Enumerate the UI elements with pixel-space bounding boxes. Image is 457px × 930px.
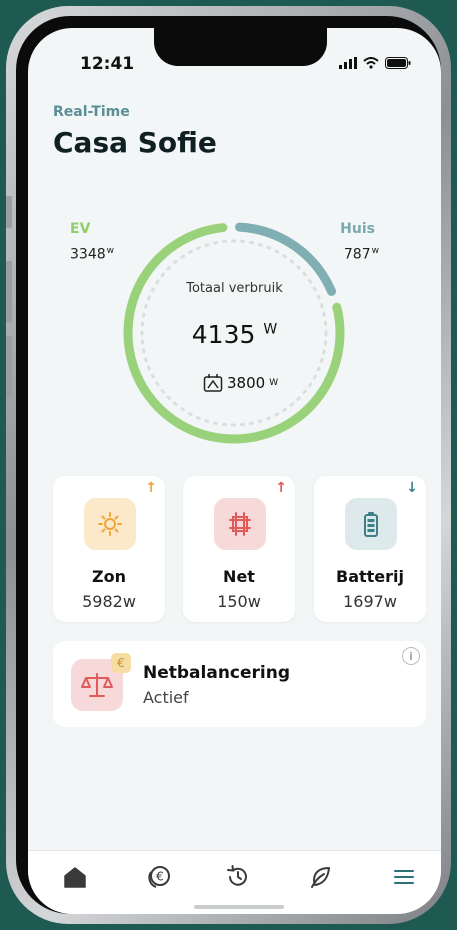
- tab-eco[interactable]: [307, 863, 335, 891]
- card-name: Net: [223, 567, 255, 586]
- card-net[interactable]: ↑ Net 150w: [183, 476, 295, 622]
- ev-label: EV: [70, 221, 91, 237]
- tab-bar: €: [28, 850, 441, 914]
- card-value: 5982w: [82, 592, 136, 611]
- arrow-up-icon: ↑: [145, 480, 157, 496]
- side-button: [6, 261, 12, 323]
- balance-name: Netbalancering: [143, 663, 291, 683]
- home-icon: [64, 867, 86, 888]
- tab-finance[interactable]: €: [144, 863, 172, 891]
- card-value: 150w: [217, 592, 261, 611]
- card-batterij[interactable]: ↓ Batterij 1697w: [314, 476, 426, 622]
- notch: [154, 28, 327, 66]
- status-icons: [339, 57, 411, 69]
- scale-icon: [81, 673, 113, 697]
- solar-panel-icon: [203, 374, 223, 392]
- balance-state: Actief: [143, 688, 189, 707]
- tab-menu[interactable]: [390, 863, 418, 891]
- solar-production: 3800 W: [203, 373, 278, 393]
- euro-coins-icon: €: [148, 866, 170, 888]
- side-button: [6, 196, 12, 228]
- netbalancering-card[interactable]: € Netbalancering Actief i: [53, 641, 426, 727]
- card-name: Batterij: [336, 567, 404, 586]
- wifi-icon: [363, 57, 379, 69]
- ev-value: 3348w: [70, 246, 115, 263]
- realtime-label: Real-Time: [53, 104, 130, 120]
- signal-icon: [339, 57, 357, 69]
- total-label: Totaal verbruik: [186, 281, 283, 296]
- card-name: Zon: [92, 567, 126, 586]
- status-time: 12:41: [80, 54, 135, 74]
- tab-history[interactable]: [224, 863, 252, 891]
- total-value: 4135 W: [191, 320, 278, 349]
- sun-icon: [98, 512, 122, 536]
- page-title: Casa Sofie: [53, 126, 217, 159]
- battery-icon: [364, 512, 378, 537]
- battery-status-icon: [385, 57, 411, 69]
- arrow-up-icon: ↑: [275, 480, 287, 496]
- menu-icon: [394, 870, 414, 884]
- card-zon[interactable]: ↑ Zon 5982w: [53, 476, 165, 622]
- tab-home[interactable]: [61, 863, 89, 891]
- history-icon: [227, 865, 247, 886]
- info-icon[interactable]: i: [402, 647, 420, 665]
- leaf-icon: [311, 867, 330, 888]
- euro-badge-icon: €: [111, 653, 131, 673]
- phone-frame: 12:41 Real-Time Casa Sofie EV 3348w Huis…: [6, 6, 451, 924]
- card-value: 1697w: [343, 592, 397, 611]
- home-indicator: [194, 905, 284, 909]
- card-tile: [345, 498, 397, 550]
- solar-value: 3800: [227, 374, 266, 392]
- arrow-down-icon: ↓: [406, 480, 418, 496]
- card-tile: [214, 498, 266, 550]
- huis-value: 787w: [343, 246, 379, 263]
- card-tile: [84, 498, 136, 550]
- screen: 12:41 Real-Time Casa Sofie EV 3348w Huis…: [28, 28, 441, 914]
- solar-unit: W: [269, 378, 279, 388]
- grid-icon: [229, 512, 251, 536]
- side-button: [6, 336, 12, 398]
- svg-text:€: €: [156, 870, 164, 884]
